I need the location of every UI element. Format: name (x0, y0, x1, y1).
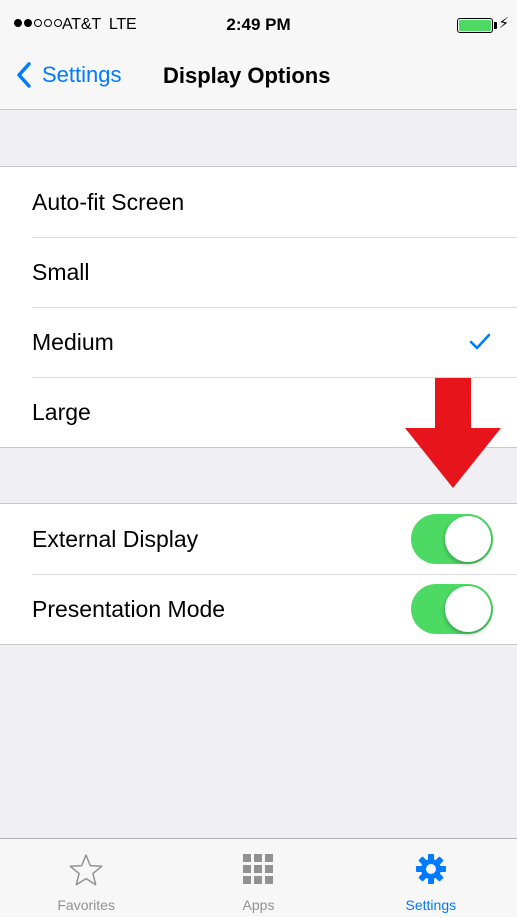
star-icon (69, 854, 103, 886)
tab-label: Apps (242, 897, 275, 913)
settings-screen: AT&T LTE 2:49 PM ⚡ Settings Display Optio… (0, 0, 517, 917)
tab-label: Favorites (57, 897, 115, 913)
option-row-medium[interactable]: Medium (0, 307, 517, 377)
gear-icon (415, 854, 446, 884)
tab-bar: Favorites Apps Settings (0, 838, 517, 917)
option-row-small[interactable]: Small (0, 237, 517, 307)
option-label: Medium (32, 328, 114, 355)
option-row-auto-fit[interactable]: Auto-fit Screen (0, 167, 517, 237)
presentation-mode-switch[interactable] (411, 584, 493, 634)
status-bar: AT&T LTE 2:49 PM ⚡ (0, 0, 517, 40)
battery-icon (457, 18, 493, 33)
external-display-row: External Display (0, 504, 517, 574)
switch-knob (445, 516, 491, 562)
presentation-mode-row: Presentation Mode (0, 574, 517, 644)
display-toggles-list: External Display Presentation Mode (0, 503, 517, 645)
status-time: 2:49 PM (226, 15, 291, 34)
charging-bolt-icon: ⚡ (498, 15, 509, 32)
option-label: Large (32, 398, 91, 425)
navigation-bar: Settings Display Options (0, 40, 517, 110)
option-label: Auto-fit Screen (32, 188, 185, 215)
tab-favorites[interactable]: Favorites (0, 839, 172, 917)
tab-apps[interactable]: Apps (172, 839, 344, 917)
checkmark-icon (469, 333, 491, 350)
grid-icon (243, 854, 274, 884)
back-button-label: Settings (42, 62, 122, 87)
toggle-label: External Display (32, 525, 199, 552)
tab-label: Settings (405, 897, 457, 913)
option-label: Small (32, 258, 90, 285)
chevron-left-icon (17, 62, 31, 88)
page-title: Display Options (163, 63, 331, 88)
toggle-label: Presentation Mode (32, 595, 226, 622)
red-arrow-down-icon (405, 378, 501, 488)
switch-knob (445, 586, 491, 632)
back-button[interactable]: Settings (16, 56, 122, 94)
external-display-switch[interactable] (411, 514, 493, 564)
tab-settings[interactable]: Settings (345, 839, 517, 917)
